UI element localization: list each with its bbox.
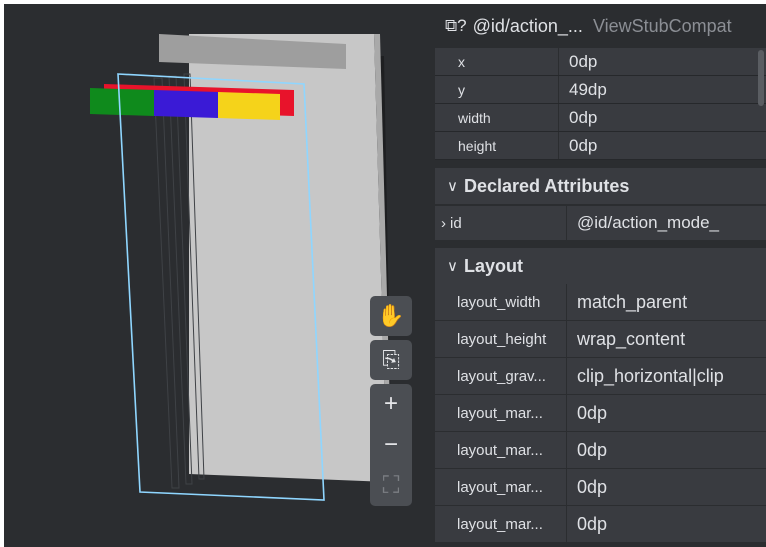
attribute-row-id[interactable]: › id @id/action_mode_ [435,206,766,240]
export-icon[interactable]: ⎘ [370,340,412,380]
zoom-in-icon[interactable]: + [370,386,412,422]
attribute-row-width[interactable]: width 0dp [435,104,766,132]
section-label: Layout [463,255,523,276]
attribute-row-layout-margin[interactable]: layout_mar... 0dp [435,469,766,506]
layout-header[interactable]: ∨ Layout [435,248,766,284]
section-label: Declared Attributes [463,175,630,196]
attribute-value[interactable]: match_parent [566,284,766,320]
attribute-row-layout-gravity[interactable]: layout_grav... clip_horizontal|clip [435,358,766,395]
attribute-value[interactable]: 0dp [566,469,766,505]
attribute-key: layout_mar... [457,441,543,459]
attribute-key: width [435,104,558,131]
chevron-right-icon[interactable]: › [441,215,446,232]
attribute-row-layout-margin[interactable]: layout_mar... 0dp [435,395,766,432]
declared-attributes-header[interactable]: ∨ Declared Attributes [435,168,766,204]
attribute-value[interactable]: 0dp [566,432,766,468]
attribute-key: y [435,76,558,103]
basic-attributes: x 0dp y 49dp width 0dp height 0dp [435,48,766,160]
layer-green[interactable] [90,88,154,116]
attribute-value[interactable]: clip_horizontal|clip [566,358,766,394]
attribute-key: layout_mar... [457,478,543,496]
view-toolbar: ✋ ⎘ + − ⛶ [370,296,412,506]
attribute-row-x[interactable]: x 0dp [435,48,766,76]
fit-screen-icon[interactable]: ⛶ [370,468,412,504]
chevron-down-icon: ∨ [447,258,458,275]
attribute-key: height [435,132,558,159]
attribute-value[interactable]: @id/action_mode_ [566,206,766,240]
layer-outline-3 [153,77,180,489]
attribute-key: layout_width [457,293,541,311]
attribute-row-y[interactable]: y 49dp [435,76,766,104]
layout-inspector: ✋ ⎘ + − ⛶ ⧉? @id/action_... ViewStubComp… [4,4,766,547]
view-class: ViewStubCompat [592,15,732,36]
attribute-key: › id [441,214,462,232]
attribute-row-height[interactable]: height 0dp [435,132,766,160]
view-stub-icon: ⧉? [445,16,467,35]
attribute-value[interactable]: 0dp [558,48,766,75]
zoom-controls: + − ⛶ [370,384,412,506]
layout-attributes: layout_width match_parent layout_height … [435,284,766,543]
attribute-row-layout-height[interactable]: layout_height wrap_content [435,321,766,358]
attribute-row-layout-margin[interactable]: layout_mar... 0dp [435,506,766,543]
attributes-panel: ⧉? @id/action_... ViewStubCompat x 0dp y… [435,4,766,547]
attribute-value[interactable]: 0dp [558,104,766,131]
attribute-key: layout_grav... [457,367,546,385]
attribute-value[interactable]: 0dp [566,506,766,542]
layer-outline-2 [168,75,193,485]
attribute-key: layout_height [457,330,547,348]
zoom-out-icon[interactable]: − [370,427,412,463]
attribute-value[interactable]: 0dp [558,132,766,159]
layer-3d-view[interactable]: ✋ ⎘ + − ⛶ [4,4,435,547]
attribute-row-layout-width[interactable]: layout_width match_parent [435,284,766,321]
attribute-value[interactable]: 0dp [566,395,766,431]
attribute-key: layout_mar... [457,404,543,422]
attribute-value[interactable]: wrap_content [566,321,766,357]
selected-view-title: ⧉? @id/action_... ViewStubCompat [435,4,766,48]
attribute-key: x [435,48,558,75]
pan-hand-icon[interactable]: ✋ [370,296,412,336]
attribute-value[interactable]: 49dp [558,76,766,103]
attribute-key: layout_mar... [457,515,543,533]
layer-yellow[interactable] [218,92,280,120]
chevron-down-icon: ∨ [447,178,458,195]
attribute-row-layout-margin[interactable]: layout_mar... 0dp [435,432,766,469]
view-id: @id/action_... [472,15,583,36]
scrollbar-thumb[interactable] [758,50,764,106]
layer-blue[interactable] [154,90,218,118]
